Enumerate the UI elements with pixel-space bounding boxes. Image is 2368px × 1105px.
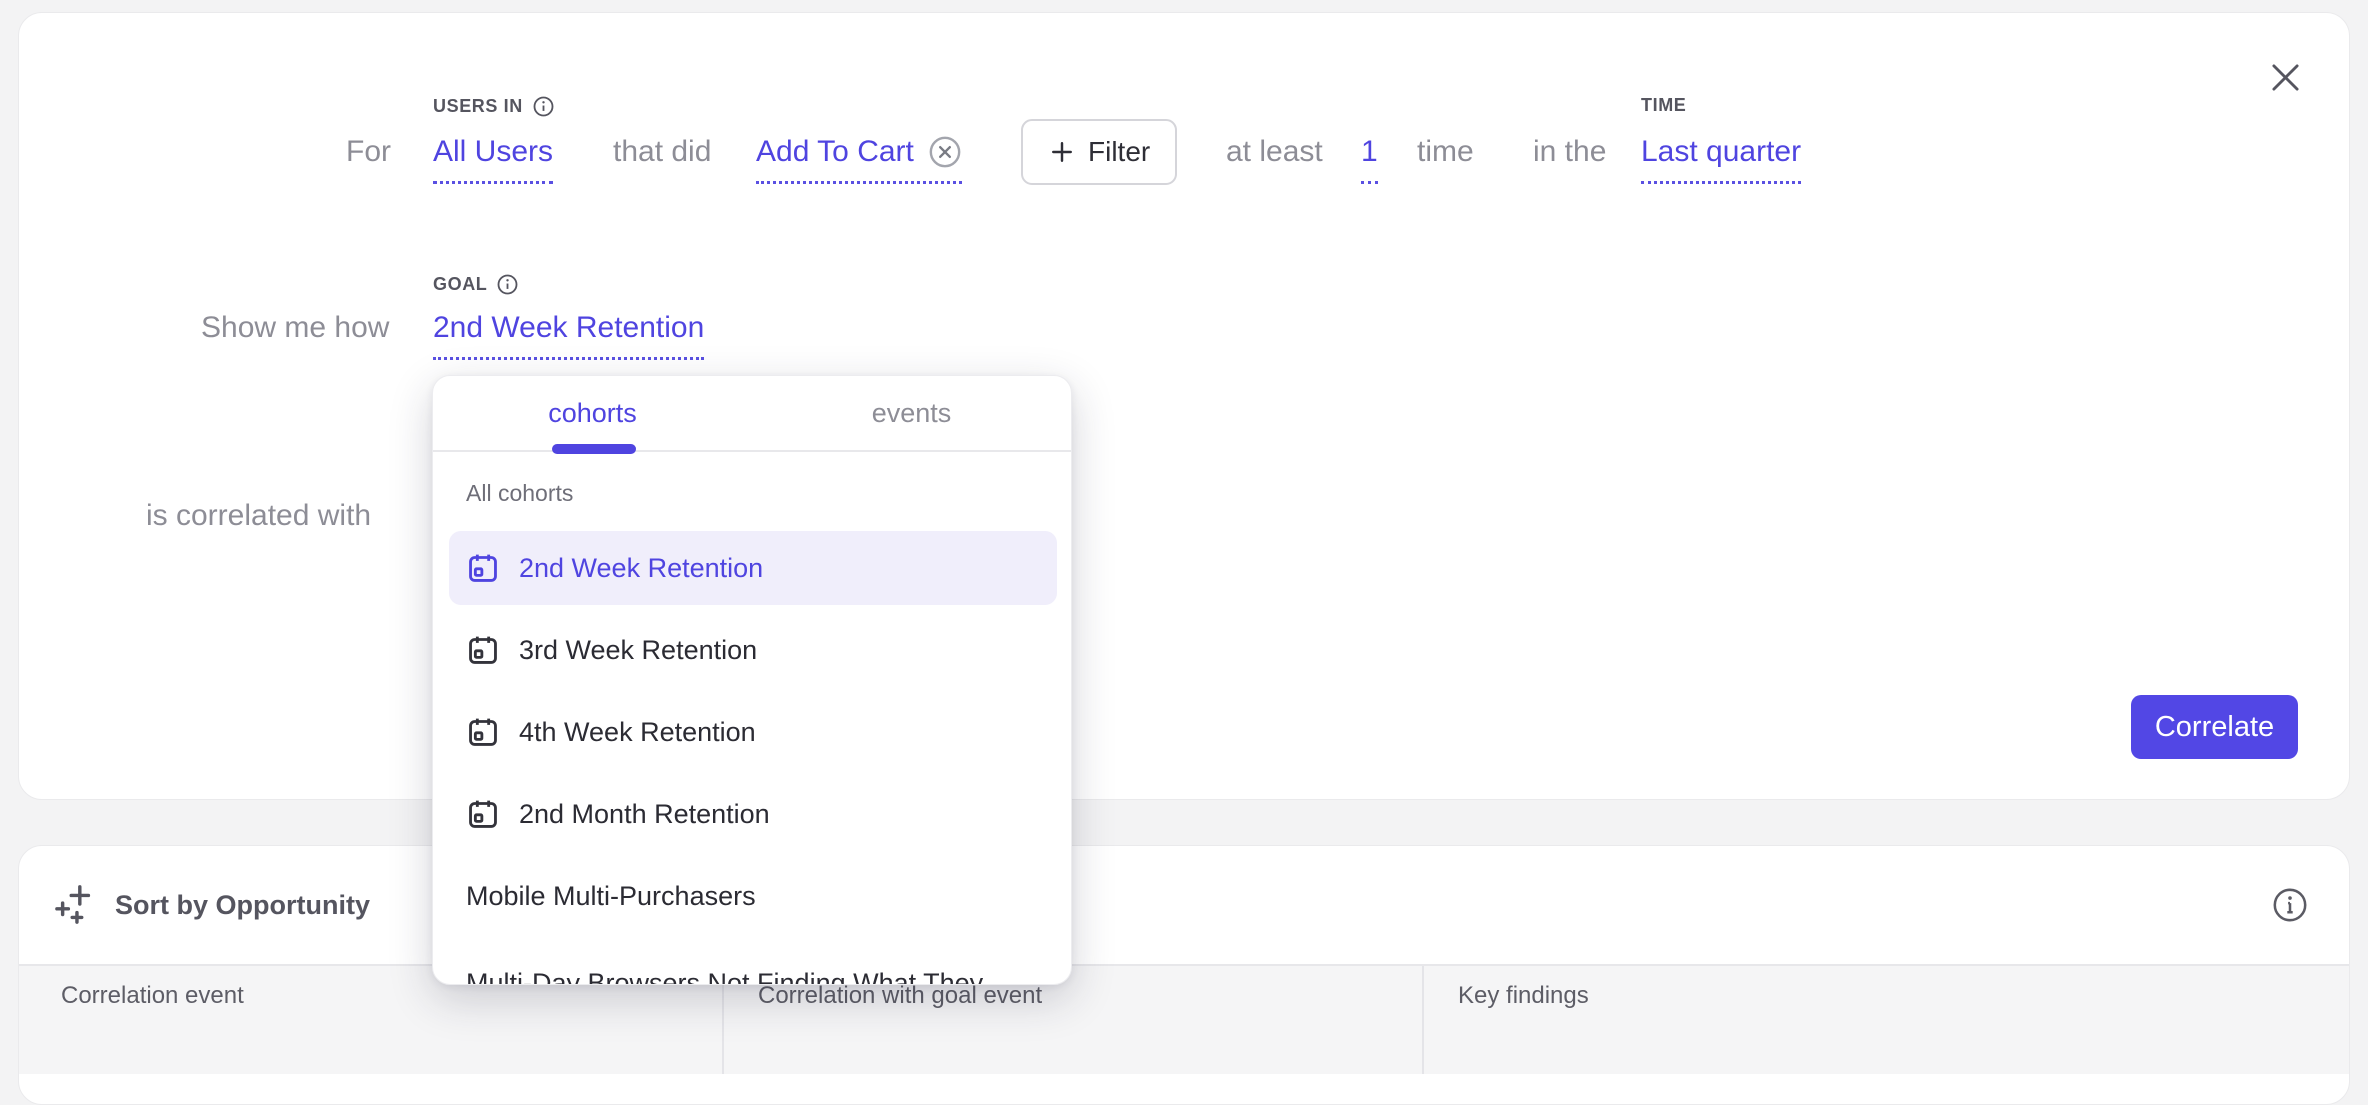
connector-that-did: that did <box>613 135 711 169</box>
info-icon[interactable] <box>496 273 519 296</box>
time-label-text: TIME <box>1641 95 1686 116</box>
count-selector[interactable]: 1 <box>1361 135 1378 184</box>
goal-label: GOAL <box>433 273 519 296</box>
list-item-label: Multi-Day Browsers Not Finding What They <box>466 968 983 986</box>
plus-icon <box>1048 138 1076 166</box>
event-value: Add To Cart <box>756 135 914 169</box>
calendar-icon <box>466 797 500 831</box>
results-table-header: Correlation event Correlation with goal … <box>19 964 2349 1074</box>
query-prefix: For <box>346 135 391 169</box>
users-in-label-text: USERS IN <box>433 96 523 117</box>
goal-picker-dropdown: cohorts events All cohorts 2nd Week Rete… <box>432 375 1072 985</box>
users-selector[interactable]: All Users <box>433 135 553 184</box>
time-range-selector[interactable]: Last quarter <box>1641 135 1801 184</box>
query-builder-card: USERS IN For All Users that did Add To C… <box>18 12 2350 800</box>
connector-time: time <box>1417 135 1474 169</box>
is-correlated-with-prefix: is correlated with <box>146 499 371 533</box>
list-item-cohort[interactable]: 4th Week Retention <box>449 695 1057 769</box>
connector-in-the: in the <box>1533 135 1606 169</box>
list-item-label: 3rd Week Retention <box>519 635 757 666</box>
calendar-icon <box>466 633 500 667</box>
add-filter-button[interactable]: Filter <box>1021 119 1177 185</box>
results-card: Sort by Opportunity Correlation event Co… <box>18 845 2350 1105</box>
goal-label-text: GOAL <box>433 274 487 295</box>
list-item-label: 2nd Week Retention <box>519 553 763 584</box>
connector-at-least: at least <box>1226 135 1323 169</box>
goal-selector[interactable]: 2nd Week Retention <box>433 311 704 360</box>
list-item-cohort[interactable]: Mobile Multi-Purchasers <box>449 859 1057 933</box>
sort-by-opportunity-button[interactable]: Sort by Opportunity <box>55 846 370 964</box>
tab-events[interactable]: events <box>752 376 1071 450</box>
list-item-label: 2nd Month Retention <box>519 799 770 830</box>
section-header-all-cohorts: All cohorts <box>466 480 573 507</box>
close-button[interactable] <box>2263 55 2307 99</box>
column-header-key-findings[interactable]: Key findings <box>1422 966 2349 1074</box>
correlate-button[interactable]: Correlate <box>2131 695 2298 759</box>
sparkle-plus-icon <box>55 884 97 926</box>
info-icon[interactable] <box>2271 886 2309 924</box>
list-item-cohort[interactable]: 2nd Week Retention <box>449 531 1057 605</box>
active-tab-indicator <box>552 444 636 454</box>
remove-event-icon[interactable] <box>928 135 962 169</box>
show-me-how-prefix: Show me how <box>201 311 389 345</box>
sort-button-label: Sort by Opportunity <box>115 890 370 921</box>
info-icon[interactable] <box>532 95 555 118</box>
event-selector[interactable]: Add To Cart <box>756 135 962 184</box>
dropdown-tabs: cohorts events <box>433 376 1071 452</box>
list-item-cohort[interactable]: Multi-Day Browsers Not Finding What They <box>449 946 1057 985</box>
tab-cohorts[interactable]: cohorts <box>433 376 752 450</box>
list-item-cohort[interactable]: 3rd Week Retention <box>449 613 1057 687</box>
time-label: TIME <box>1641 95 1686 116</box>
list-item-label: Mobile Multi-Purchasers <box>466 881 756 912</box>
users-in-label: USERS IN <box>433 95 555 118</box>
list-item-cohort[interactable]: 2nd Month Retention <box>449 777 1057 851</box>
calendar-icon <box>466 551 500 585</box>
filter-button-label: Filter <box>1088 136 1150 168</box>
calendar-icon <box>466 715 500 749</box>
signal-correlation-screen: { "colors": { "accent": "#4f44e0", "acce… <box>0 0 2368 1008</box>
list-item-label: 4th Week Retention <box>519 717 756 748</box>
